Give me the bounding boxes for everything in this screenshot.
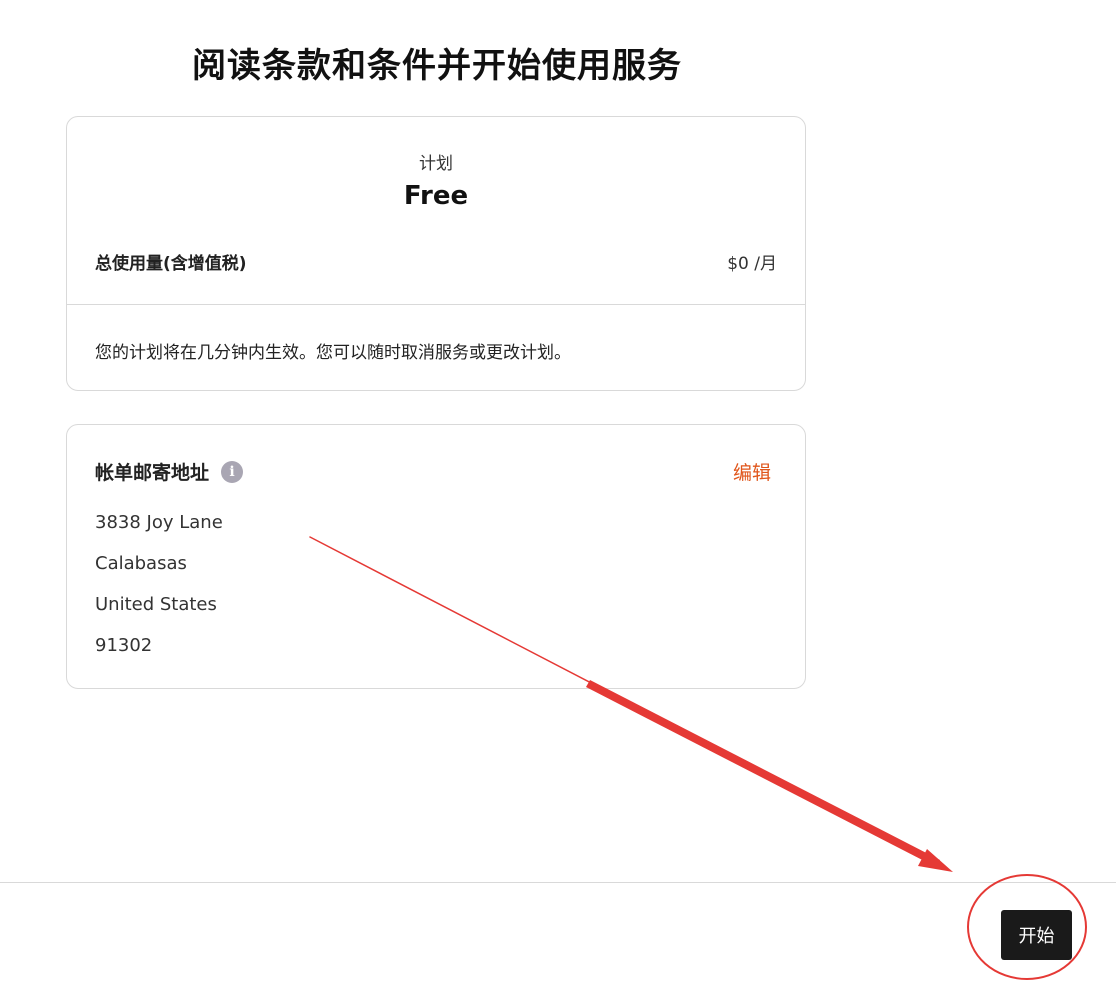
address-line-city: Calabasas — [95, 553, 187, 574]
billing-address-header: 帐单邮寄地址 i 编辑 — [95, 458, 771, 485]
page-title: 阅读条款和条件并开始使用服务 — [192, 46, 682, 86]
billing-address-title-wrap: 帐单邮寄地址 i — [95, 458, 244, 485]
usage-row: 总使用量(含增值税) $0 /月 — [95, 249, 777, 274]
annotation-arrow-head — [918, 849, 953, 872]
plan-note: 您的计划将在几分钟内生效。您可以随时取消服务或更改计划。 — [95, 343, 571, 363]
usage-label: 总使用量(含增值税) — [95, 254, 247, 274]
page: 阅读条款和条件并开始使用服务 计划 Free 总使用量(含增值税) $0 /月 … — [0, 0, 1116, 983]
plan-card: 计划 Free 总使用量(含增值税) $0 /月 您的计划将在几分钟内生效。您可… — [66, 116, 806, 391]
plan-label: 计划 — [419, 154, 453, 174]
billing-address-card: 帐单邮寄地址 i 编辑 3838 Joy Lane Calabasas Unit… — [66, 424, 806, 689]
info-icon[interactable]: i — [221, 460, 244, 483]
address-lines: 3838 Joy Lane Calabasas United States 91… — [95, 511, 223, 675]
start-button[interactable]: 开始 — [1001, 910, 1072, 960]
plan-name: Free — [403, 181, 469, 211]
usage-value: $0 /月 — [727, 254, 777, 274]
edit-address-link[interactable]: 编辑 — [733, 458, 771, 485]
footer-divider — [0, 882, 1116, 883]
billing-address-title: 帐单邮寄地址 — [95, 462, 210, 484]
address-line-postal-code: 91302 — [95, 635, 153, 656]
annotation-arrow-shaft — [586, 680, 940, 867]
plan-divider — [67, 304, 805, 305]
address-line-country: United States — [95, 594, 217, 615]
address-line-street: 3838 Joy Lane — [95, 512, 223, 533]
